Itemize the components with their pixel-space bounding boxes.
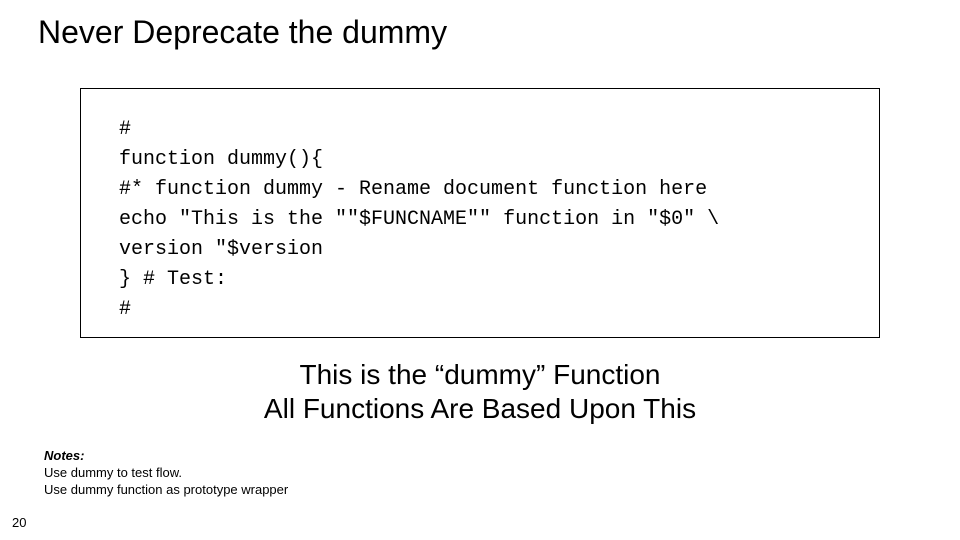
notes-section: Notes: Use dummy to test flow. Use dummy… — [44, 448, 288, 499]
notes-line-2: Use dummy function as prototype wrapper — [44, 482, 288, 497]
page-number: 20 — [12, 515, 26, 530]
slide-title: Never Deprecate the dummy — [38, 14, 447, 51]
notes-line-1: Use dummy to test flow. — [44, 465, 182, 480]
code-block-frame: # function dummy(){ #* function dummy - … — [80, 88, 880, 338]
code-block: # function dummy(){ #* function dummy - … — [119, 115, 849, 325]
slide-subtitle: This is the “dummy” Function All Functio… — [80, 358, 880, 425]
notes-heading: Notes: — [44, 448, 84, 463]
